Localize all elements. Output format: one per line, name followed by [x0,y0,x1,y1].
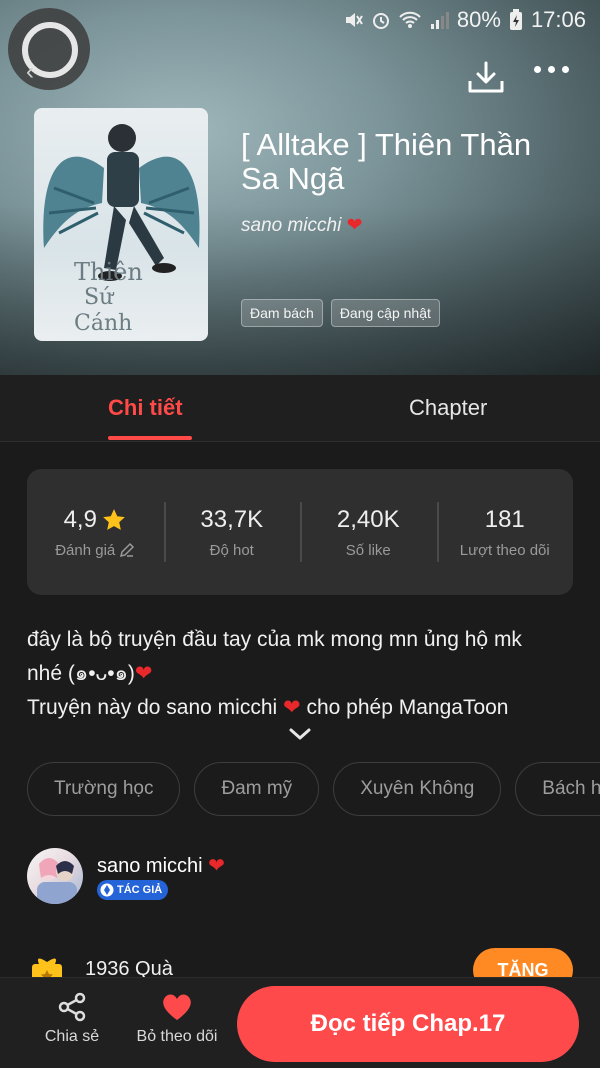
unfollow-label: Bỏ theo dõi [136,1028,218,1045]
tab-details[interactable]: Chi tiết [108,395,183,421]
more-options-icon[interactable] [534,66,569,73]
likes-label: Số like [345,541,391,559]
stat-rating[interactable]: 4,9 Đánh giá [27,469,164,595]
comic-title: [ Alltake ] Thiên Thần Sa Ngã [241,127,532,196]
comic-description: đây là bộ truyện đầu tay của mk mong mn … [27,623,577,725]
share-icon [58,992,86,1022]
description-line: nhé (๑•ᴗ•๑) [27,662,135,685]
author-avatar[interactable] [27,848,83,904]
heart-icon [163,994,191,1020]
alarm-icon [372,13,389,29]
stat-likes: 2,40K Số like [300,469,437,595]
genre-tags: Trường học Đam mỹ Xuyên Không Bách h [27,762,600,816]
comic-header: ‹ 80% 17:06 Thiên Sứ Cánh [Alltake] Th… [0,0,600,375]
description-line: đây là bộ truyện đầu tay của mk mong mn … [27,628,522,651]
comic-author-name: sano micchi [241,215,342,236]
battery-charging-icon [509,9,522,30]
share-button[interactable]: Chia sẻ [44,992,100,1046]
description-line: cho phép MangaToon [306,696,509,719]
heart-icon: ❤ [346,215,363,236]
rating-value: 4,9 [63,505,97,533]
followers-label: Lượt theo dõi [459,541,550,559]
genre-tag[interactable]: Xuyên Không [333,762,502,816]
tag-status: Đang cập nhật [330,299,440,327]
hot-label: Độ hot [209,541,254,559]
heart-icon: ❤ [134,662,153,685]
tab-chapter[interactable]: Chapter [409,395,487,421]
wifi-icon [399,11,421,28]
author-badge: TÁC GIẢ [97,880,169,900]
share-label: Chia sẻ [44,1028,100,1045]
pencil-icon [120,542,135,558]
svg-text:Thiên: Thiên [74,258,143,286]
detail-tabs: Chi tiết Chapter [0,375,600,442]
header-tags: Đam bách Đang cập nhật [241,299,440,327]
stat-followers: 181 Lượt theo dõi [436,469,574,595]
comic-author[interactable]: sano micchi ❤ [241,214,571,237]
chevron-down-icon[interactable] [288,726,312,742]
signal-icon [430,12,449,29]
download-icon[interactable] [467,60,505,94]
genre-tag[interactable]: Trường học [27,762,181,816]
comic-info: [ Alltake ] Thiên Thần Sa Ngã sano micch… [241,128,571,237]
stats-panel: 4,9 Đánh giá 33,7K Độ hot 2,40K Số like … [27,469,573,595]
hot-value: 33,7K [200,505,264,533]
continue-reading-button[interactable]: Đọc tiếp Chap.17 [237,986,579,1062]
floating-assistive-ball[interactable] [8,8,90,90]
heart-icon: ❤ [283,696,301,719]
comic-cover-image: Thiên Sứ Cánh [34,108,208,341]
tab-active-indicator [108,436,192,440]
svg-text:Cánh: Cánh [74,311,132,336]
stat-hot: 33,7K Độ hot [163,469,301,595]
mute-icon [345,13,363,27]
description-line: Truyện này do sano micchi [27,696,278,719]
unfollow-button[interactable]: Bỏ theo dõi [134,992,220,1046]
rating-label: Đánh giá [55,541,116,559]
likes-value: 2,40K [336,505,400,533]
bottom-action-bar: Chia sẻ Bỏ theo dõi Đọc tiếp Chap.17 [0,977,600,1068]
author-name-row: sano micchi ❤ [97,853,225,878]
status-bar: 80% 17:06 [343,6,586,34]
heart-icon: ❤ [208,855,225,877]
back-arrow-icon[interactable]: ‹ [26,58,34,86]
clock: 17:06 [530,7,586,32]
tag-genre[interactable]: Đam bách [241,299,323,327]
genre-tag[interactable]: Đam mỹ [194,762,320,816]
genre-tag[interactable]: Bách h [515,762,600,816]
author-name: sano micchi [97,855,203,877]
svg-text:Sứ: Sứ [84,285,115,310]
diamond-icon [100,883,114,897]
author-badge-label: TÁC GIẢ [117,884,163,896]
battery-percent: 80% [456,7,501,32]
followers-value: 181 [484,505,525,533]
star-icon [103,508,125,530]
